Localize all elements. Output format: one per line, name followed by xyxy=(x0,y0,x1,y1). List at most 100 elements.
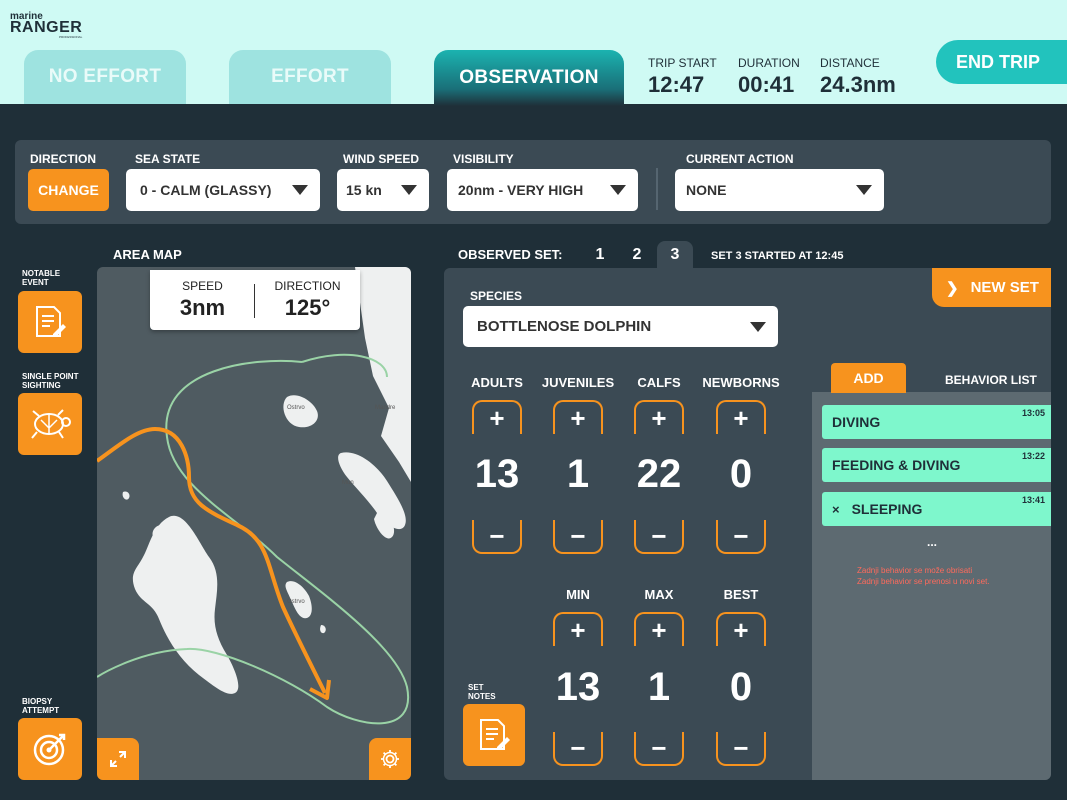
tab-no-effort[interactable]: NO EFFORT xyxy=(24,50,186,104)
area-map[interactable]: Ostrvo Mandre Mun Ostrvo xyxy=(97,267,411,780)
species-select[interactable]: BOTTLENOSE DOLPHIN xyxy=(463,306,778,347)
calfs-decrement-button[interactable]: − xyxy=(634,520,684,554)
juveniles-increment-button[interactable]: + xyxy=(553,400,603,434)
newborns-decrement-button[interactable]: − xyxy=(716,520,766,554)
direction-label: DIRECTION xyxy=(30,152,96,166)
best-increment-button[interactable]: + xyxy=(716,612,766,646)
max-value: 1 xyxy=(647,665,671,709)
trip-start-label: TRIP START xyxy=(648,56,717,70)
map-place-label: Ostrvo xyxy=(287,599,305,605)
map-canvas xyxy=(97,267,411,725)
chevron-right-icon: ❯ xyxy=(946,279,959,297)
expand-map-button[interactable] xyxy=(97,738,139,780)
speed-readout: SPEED 3nm xyxy=(150,279,255,321)
change-direction-button[interactable]: CHANGE xyxy=(28,169,109,211)
adults-value: 13 xyxy=(474,452,520,496)
set-tab-2[interactable]: 2 xyxy=(619,241,655,269)
chevron-down-icon xyxy=(292,185,308,195)
max-increment-button[interactable]: + xyxy=(634,612,684,646)
behavior-time: 13:22 xyxy=(1021,451,1045,461)
chevron-down-icon xyxy=(750,322,766,332)
end-trip-button[interactable]: END TRIP xyxy=(936,40,1067,84)
tab-effort[interactable]: EFFORT xyxy=(229,50,391,104)
trip-distance: DISTANCE 24.3nm xyxy=(820,56,896,98)
speed-value: 3nm xyxy=(179,295,226,320)
new-set-label: NEW SET xyxy=(970,279,1039,296)
best-value: 0 xyxy=(729,665,753,709)
wind-speed-label: WIND SPEED xyxy=(343,152,420,166)
chevron-down-icon xyxy=(610,185,626,195)
calfs-increment-button[interactable]: + xyxy=(634,400,684,434)
min-label: MIN xyxy=(566,587,590,602)
current-action-value: NONE xyxy=(686,182,727,198)
current-action-select[interactable]: NONE xyxy=(675,169,884,211)
notable-event-button[interactable] xyxy=(18,291,82,353)
species-value: BOTTLENOSE DOLPHIN xyxy=(477,318,652,335)
distance-value: 24.3nm xyxy=(820,72,896,97)
speed-direction-card: SPEED 3nm DIRECTION 125° xyxy=(150,270,360,330)
wind-speed-select[interactable]: 15 kn xyxy=(337,169,429,211)
target-icon xyxy=(33,733,66,766)
logo-line3: PROFESSIONAL xyxy=(59,35,83,39)
min-value: 13 xyxy=(555,665,601,709)
set-tab-3[interactable]: 3 xyxy=(657,241,693,269)
wind-speed-value: 15 kn xyxy=(346,182,382,198)
behavior-note: Zadnji behavior se može obrisati xyxy=(857,566,973,575)
max-decrement-button[interactable]: − xyxy=(634,732,684,766)
behavior-item[interactable]: × SLEEPING 13:41 xyxy=(822,492,1051,526)
divider xyxy=(656,168,658,210)
set-notes-label: SET NOTES xyxy=(468,683,496,701)
behavior-list-tab[interactable]: BEHAVIOR LIST xyxy=(945,373,1037,387)
visibility-select[interactable]: 20nm - VERY HIGH xyxy=(447,169,638,211)
duration-value: 00:41 xyxy=(738,72,795,97)
trip-start: TRIP START 12:47 xyxy=(648,56,717,98)
behavior-time: 13:05 xyxy=(1021,408,1045,418)
chevron-down-icon xyxy=(856,185,872,195)
visibility-label: VISIBILITY xyxy=(453,152,514,166)
biopsy-attempt-button[interactable] xyxy=(18,718,82,780)
adults-increment-button[interactable]: + xyxy=(472,400,522,434)
tab-observation[interactable]: OBSERVATION xyxy=(434,50,624,106)
logo-line2: RANGER xyxy=(10,19,83,36)
sea-state-select[interactable]: 0 - CALM (GLASSY) xyxy=(126,169,320,211)
single-point-sighting-button[interactable] xyxy=(18,393,82,455)
adults-decrement-button[interactable]: − xyxy=(472,520,522,554)
add-behavior-tab[interactable]: ADD xyxy=(831,363,906,393)
area-map-title: AREA MAP xyxy=(113,247,182,262)
map-direction-label: DIRECTION xyxy=(274,279,341,293)
map-place-label: Ostrvo xyxy=(287,405,305,411)
behavior-name: SLEEPING xyxy=(851,501,923,517)
min-decrement-button[interactable]: − xyxy=(553,732,603,766)
top-bar: marine RANGER PROFESSIONAL NO EFFORT EFF… xyxy=(0,0,1067,106)
best-decrement-button[interactable]: − xyxy=(716,732,766,766)
map-place-label: Mun xyxy=(342,480,354,486)
behavior-name: FEEDING & DIVING xyxy=(832,457,961,473)
juveniles-decrement-button[interactable]: − xyxy=(553,520,603,554)
app-logo: marine RANGER PROFESSIONAL xyxy=(10,12,82,39)
map-settings-button[interactable] xyxy=(369,738,411,780)
min-increment-button[interactable]: + xyxy=(553,612,603,646)
set-tab-1[interactable]: 1 xyxy=(582,241,618,269)
calfs-value: 22 xyxy=(636,452,682,496)
close-icon[interactable]: × xyxy=(832,502,840,517)
note-edit-icon xyxy=(36,306,66,337)
set-started-text: SET 3 STARTED AT 12:45 xyxy=(711,250,844,262)
juveniles-label: JUVENILES xyxy=(541,375,615,390)
set-notes-button[interactable] xyxy=(463,704,525,766)
new-set-button[interactable]: ❯ NEW SET xyxy=(932,268,1051,307)
distance-label: DISTANCE xyxy=(820,56,880,70)
visibility-value: 20nm - VERY HIGH xyxy=(458,182,584,198)
calfs-label: CALFS xyxy=(637,375,681,390)
sea-state-value: 0 - CALM (GLASSY) xyxy=(140,182,272,198)
single-point-label: SINGLE POINT SIGHTING xyxy=(22,372,79,390)
adults-label: ADULTS xyxy=(471,375,523,390)
more-indicator: ... xyxy=(927,535,938,549)
max-label: MAX xyxy=(644,587,674,602)
behavior-name: DIVING xyxy=(832,414,881,430)
direction-readout: DIRECTION 125° xyxy=(255,279,360,321)
newborns-value: 0 xyxy=(729,452,753,496)
behavior-item[interactable]: DIVING 13:05 xyxy=(822,405,1051,439)
behavior-item[interactable]: FEEDING & DIVING 13:22 xyxy=(822,448,1051,482)
expand-icon xyxy=(110,751,126,767)
newborns-increment-button[interactable]: + xyxy=(716,400,766,434)
